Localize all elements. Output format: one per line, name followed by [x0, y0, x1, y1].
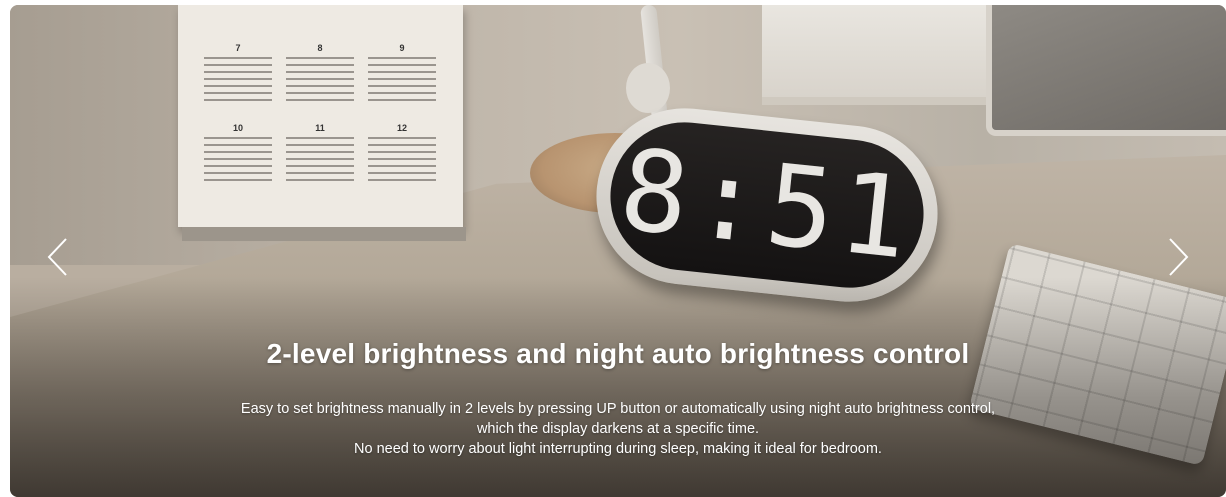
previous-slide-button[interactable] — [38, 235, 78, 279]
calendar-month: 10 — [200, 123, 276, 183]
clock-time: 8:51 — [614, 125, 920, 285]
calendar-month-number: 8 — [317, 43, 323, 53]
clock-display: 8:51 — [603, 114, 931, 296]
calendar-month-number: 9 — [399, 43, 405, 53]
monitor — [986, 5, 1226, 136]
calendar-month-number: 7 — [235, 43, 241, 53]
bottom-shade — [10, 277, 1226, 497]
lamp-joint — [626, 63, 670, 113]
calendar-month-number: 11 — [315, 123, 325, 133]
calendar-month: 12 — [364, 123, 440, 183]
calendar-month: 11 — [282, 123, 358, 183]
calendar-month: 7 — [200, 43, 276, 103]
description-line: No need to worry about light interruptin… — [354, 441, 882, 457]
slide-description: Easy to set brightness manually in 2 lev… — [10, 399, 1226, 459]
calendar-month-number: 10 — [232, 123, 243, 133]
calendar-month: 8 — [282, 43, 358, 103]
calendar-month: 9 — [364, 43, 440, 103]
chevron-right-icon — [1169, 238, 1189, 276]
next-slide-button[interactable] — [1158, 235, 1198, 279]
window — [762, 5, 994, 105]
product-carousel: 7 8 9 10 11 12 8:51 2-level brightness a… — [10, 5, 1226, 497]
calendar-month-number: 12 — [396, 123, 407, 133]
slide-headline: 2-level brightness and night auto bright… — [266, 338, 970, 369]
description-line: which the display darkens at a specific … — [476, 421, 760, 437]
chevron-left-icon — [47, 238, 67, 276]
desk-calendar: 7 8 9 10 11 12 — [178, 5, 463, 227]
description-line: Easy to set brightness manually in 2 lev… — [240, 401, 996, 417]
calendar-stand — [182, 227, 466, 241]
